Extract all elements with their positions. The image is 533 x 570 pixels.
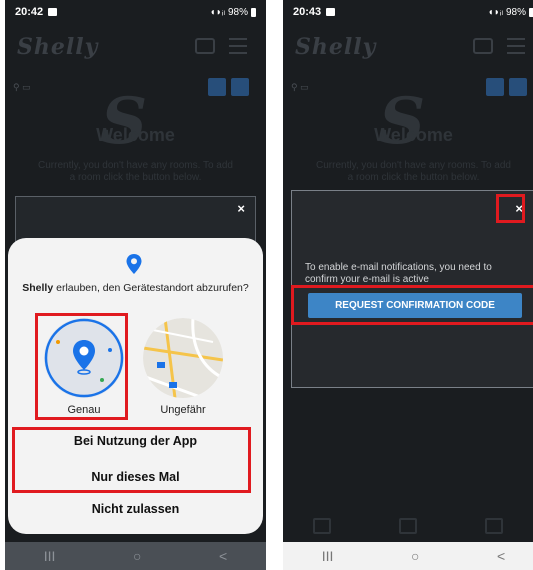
email-notification-text: To enable e-mail notifications, you need… xyxy=(305,262,492,285)
battery-percent: 98% xyxy=(227,6,248,18)
app-bar: Shelly xyxy=(5,32,266,62)
wifi-signal-icon: ◖◗ᵢₗ xyxy=(487,6,503,18)
edit-icon[interactable] xyxy=(231,78,249,96)
back-icon[interactable]: < xyxy=(219,548,227,564)
android-nav-bar: III ○ < xyxy=(5,542,266,570)
approximate-location-option[interactable] xyxy=(143,318,223,398)
devices-tab-icon[interactable] xyxy=(399,518,417,534)
gallery-icon xyxy=(48,8,58,16)
no-rooms-description: Currently, you don't have any rooms. To … xyxy=(316,160,511,183)
chat-icon[interactable] xyxy=(195,38,215,54)
recent-apps-icon[interactable]: III xyxy=(44,548,56,564)
welcome-title: Welcome xyxy=(96,125,175,145)
location-icon: ⚲ ▭ xyxy=(291,82,309,92)
app-bar: Shelly xyxy=(283,32,533,62)
shelly-s-emblem: S xyxy=(379,84,426,159)
welcome-title: Welcome xyxy=(374,125,453,145)
status-time: 20:42 xyxy=(15,6,44,18)
menu-icon[interactable] xyxy=(507,38,525,54)
edit-icon[interactable] xyxy=(509,78,527,96)
bottom-tabs xyxy=(283,518,533,538)
status-bar: 20:42 ◖◗ᵢₗ 98% xyxy=(5,0,266,24)
shelly-s-emblem: S xyxy=(101,84,148,159)
chat-icon[interactable] xyxy=(473,38,493,54)
menu-icon[interactable] xyxy=(229,38,247,54)
android-nav-bar: III ○ < xyxy=(283,542,533,570)
highlight-close-button xyxy=(496,194,525,223)
location-icon: ⚲ ▭ xyxy=(13,82,31,92)
battery-percent: 98% xyxy=(505,6,526,18)
rooms-tab-icon[interactable] xyxy=(313,518,331,534)
permission-question: Shelly erlauben, den Gerätestandort abzu… xyxy=(18,282,253,294)
gallery-icon xyxy=(326,8,336,16)
location-pin-icon xyxy=(126,254,142,274)
highlight-confirm-button xyxy=(291,285,533,325)
status-time: 20:43 xyxy=(293,6,322,18)
approximate-map-icon xyxy=(143,318,223,398)
deny-button[interactable]: Nicht zulassen xyxy=(8,502,263,516)
close-icon[interactable]: × xyxy=(237,201,245,216)
approximate-label: Ungefähr xyxy=(160,404,206,416)
home-icon[interactable]: ○ xyxy=(133,548,141,564)
wifi-signal-icon: ◖◗ᵢₗ xyxy=(209,6,225,18)
permission-question-text: erlauben, den Gerätestandort abzurufen? xyxy=(53,282,249,294)
add-room-icon[interactable] xyxy=(486,78,504,96)
home-icon[interactable]: ○ xyxy=(411,548,419,564)
highlight-allow-choices xyxy=(12,427,251,493)
recent-apps-icon[interactable]: III xyxy=(322,548,334,564)
shelly-logo: Shelly xyxy=(295,34,377,60)
phone-screen-email-confirmation: 20:43 ◖◗ᵢₗ 98% Shelly ⚲ ▭ S Welcome Curr… xyxy=(283,0,533,570)
phone-screen-location-permission: 20:42 ◖◗ᵢₗ 98% Shelly ⚲ ▭ S Welcome Curr… xyxy=(5,0,266,570)
no-rooms-description: Currently, you don't have any rooms. To … xyxy=(38,160,233,183)
battery-icon xyxy=(529,7,533,17)
highlight-precise-option xyxy=(35,313,128,420)
scenes-tab-icon[interactable] xyxy=(485,518,503,534)
shelly-logo: Shelly xyxy=(17,34,99,60)
back-icon[interactable]: < xyxy=(497,548,505,564)
status-bar: 20:43 ◖◗ᵢₗ 98% xyxy=(283,0,533,24)
app-name: Shelly xyxy=(22,282,54,294)
battery-icon xyxy=(251,7,256,17)
add-room-icon[interactable] xyxy=(208,78,226,96)
